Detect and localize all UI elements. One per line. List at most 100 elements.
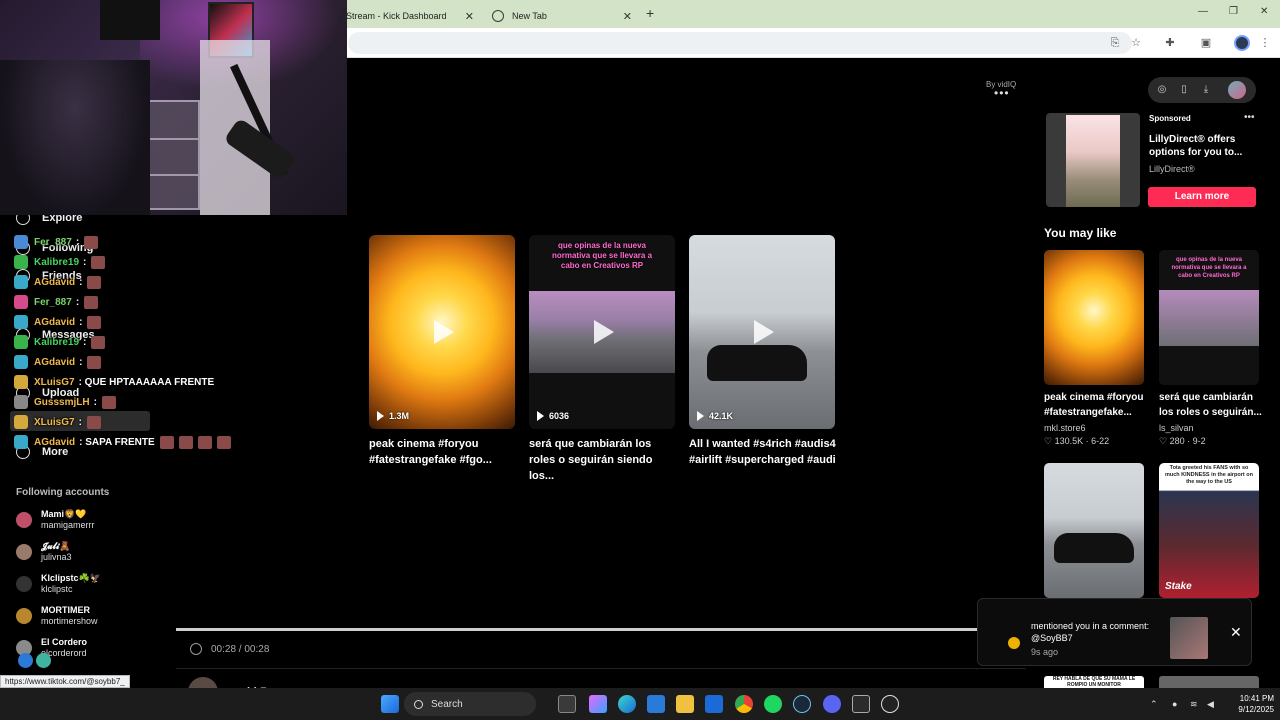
chat-username[interactable]: XLuisG7 [34,417,75,428]
globe-icon [492,10,504,22]
replay-icon[interactable] [190,643,202,655]
recommended-card[interactable]: que opinas de la nueva normativa que se … [1159,250,1259,385]
video-progress-bar[interactable] [176,628,1026,631]
rec-title[interactable]: peak cinema #foryou #fatestrangefake... [1044,390,1148,420]
spotify-icon[interactable] [764,695,782,713]
coin-icon[interactable]: ◎ [1156,84,1168,96]
chat-text: : [75,236,80,248]
chat-username[interactable]: Kalibre19 [34,337,79,348]
recommended-card[interactable] [1044,463,1144,598]
video-title[interactable]: peak cinema #foryou #fatestrangefake #fg… [369,436,519,468]
video-title[interactable]: All I wanted #s4rich #audis4 #airlift #s… [689,436,839,468]
minimize-icon[interactable]: — [1198,6,1208,17]
omnibox[interactable] [348,32,1132,54]
chat-username[interactable]: AGdavid [34,317,75,328]
notification-avatar [1008,637,1020,649]
recommended-card[interactable] [1044,250,1144,385]
system-clock[interactable]: 10:41 PM 9/12/2025 [1228,693,1274,715]
steam-icon[interactable] [793,695,811,713]
edge-icon[interactable] [618,695,636,713]
following-account[interactable]: Klclipstc☘️🦅 klclipstc [16,570,101,598]
account-avatar [16,512,32,528]
video-card[interactable]: 1.3M [369,235,515,429]
copilot-icon[interactable] [589,695,607,713]
obs-icon[interactable] [881,695,899,713]
side-panel-icon[interactable]: ▣ [1199,36,1213,50]
floating-app-icon[interactable] [36,653,51,668]
following-account[interactable]: Mami🦁💛 mamigamerrr [16,506,95,534]
following-account[interactable]: 𝓙𝓾𝓵𝓲🧸 julivna3 [16,538,72,566]
video-title[interactable]: será que cambiarán los roles o seguirán … [529,436,679,484]
extensions-icon[interactable]: ✚ [1163,36,1177,50]
ad-title[interactable]: LillyDirect® offers options for you to..… [1149,133,1259,159]
rec-username[interactable]: ls_silvan [1159,423,1194,433]
ad-image[interactable] [1046,113,1140,207]
webcam-overlay [0,0,347,215]
install-icon[interactable]: ⎘ [1108,36,1122,50]
browser-menu-icon[interactable]: ⋮ [1258,36,1272,50]
chat-username[interactable]: Kalibre19 [34,257,79,268]
account-name: MORTIMER [41,605,90,615]
terminal-icon[interactable] [852,695,870,713]
chat-username[interactable]: Fer_887 [34,297,72,308]
tab-new-tab[interactable]: New Tab ✕ [482,4,638,28]
close-tab-icon[interactable]: ✕ [465,10,474,23]
search-icon [414,699,423,709]
tab-label: New Tab [512,11,547,21]
chat-username[interactable]: AGdavid [34,357,75,368]
download-icon[interactable]: ⤓ [1200,84,1212,96]
account-avatar [16,544,32,560]
tv-shape [100,0,160,40]
tab-kick-dashboard[interactable]: Stream - Kick Dashboard ✕ [340,4,480,28]
recommended-card[interactable]: Tota greeted his FANS with so much KINDN… [1159,463,1259,598]
video-card[interactable]: que opinas de la nueva normativa que se … [529,235,675,429]
account-handle: mamigamerrr [41,520,95,530]
file-explorer-icon[interactable] [676,695,694,713]
floating-app-icon[interactable] [18,653,33,668]
chat-username[interactable]: AGdavid [34,437,75,448]
vidiq-more-icon[interactable]: ••• [994,86,1010,100]
taskbar-search[interactable]: Search [404,692,536,716]
rec-title[interactable]: será que cambiarán los roles o seguirán.… [1159,390,1263,420]
close-window-icon[interactable]: ✕ [1260,6,1268,17]
restore-icon[interactable]: ❐ [1229,6,1238,17]
chat-text: : QUE HPTAAAAAA FRENTE [78,376,215,388]
phone-icon[interactable]: ▯ [1178,84,1190,96]
video-card[interactable]: 42.1K [689,235,835,429]
tray-chevron-icon[interactable]: ⌃ [1150,699,1158,710]
volume-icon[interactable]: ◀ [1207,699,1214,710]
views-text: 42.1K [709,411,734,421]
task-view-icon[interactable] [558,695,576,713]
chat-username[interactable]: Fer_887 [34,237,72,248]
rec-stats: ♡ 280 · 9-2 [1159,436,1206,446]
profile-avatar-icon[interactable] [1234,35,1250,51]
account-text: MORTIMER mortimershow [41,605,98,627]
windows-start-icon[interactable] [381,695,399,713]
chrome-icon[interactable] [735,695,753,713]
progress-fill [176,628,1026,631]
close-tab-icon[interactable]: ✕ [623,10,632,23]
chat-username[interactable]: GusssmjLH [34,397,90,408]
discord-icon[interactable] [823,695,841,713]
chat-username[interactable]: AGdavid [34,277,75,288]
store-icon[interactable] [647,695,665,713]
user-avatar[interactable] [1228,81,1246,99]
mic-icon[interactable]: ● [1172,699,1177,709]
chat-username[interactable]: XLuisG7 [34,377,75,388]
clock-time: 10:41 PM [1239,694,1274,703]
wifi-icon[interactable]: ≋ [1190,699,1198,710]
rec-username[interactable]: mkl.store6 [1044,423,1086,433]
new-tab-button[interactable]: + [646,5,654,21]
ad-more-icon[interactable]: ••• [1244,112,1255,123]
chat-message: XLuisG7: QUE HPTAAAAAA FRENTE [14,373,214,391]
chat-text: : [83,256,87,268]
recommended-card[interactable] [1159,676,1259,688]
chat-message: XLuisG7: [14,413,101,431]
outlook-icon[interactable] [705,695,723,713]
learn-more-button[interactable]: Learn more [1148,187,1256,207]
recommended-card[interactable]: REY HABLA DE QUE SU MAMA LE ROMPIO UN MO… [1044,676,1144,688]
following-account[interactable]: MORTIMER mortimershow [16,602,98,630]
close-icon[interactable]: ✕ [1230,624,1242,641]
notification-toast[interactable]: mentioned you in a comment: @SoyBB7 9s a… [977,598,1252,666]
bookmark-star-icon[interactable]: ☆ [1129,36,1143,50]
